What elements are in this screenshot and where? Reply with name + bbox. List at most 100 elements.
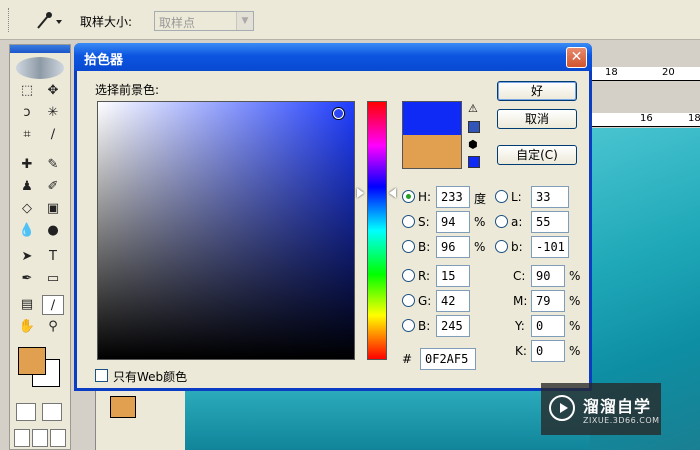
s-radio[interactable] bbox=[402, 215, 415, 228]
web-colors-only-label: 只有Web颜色 bbox=[113, 370, 188, 384]
cancel-button[interactable]: 取消 bbox=[497, 109, 577, 129]
options-bar: 取样大小: 取样点 ▼ bbox=[0, 0, 700, 40]
b-unit: % bbox=[474, 240, 486, 254]
dodge-tool-icon[interactable]: ● bbox=[42, 221, 64, 241]
b-radio[interactable] bbox=[402, 240, 415, 253]
eraser-tool-icon[interactable]: ◇ bbox=[16, 199, 38, 219]
g-label: G: bbox=[418, 294, 432, 308]
cmyk-k-row: K: 0 % bbox=[509, 340, 589, 362]
a-input[interactable]: 55 bbox=[531, 211, 569, 233]
web-safe-swatch[interactable] bbox=[468, 156, 480, 168]
l-label: L: bbox=[511, 190, 522, 204]
path-select-tool-icon[interactable]: ➤ bbox=[16, 247, 38, 267]
hsb-h-row: H: 233 度 bbox=[402, 186, 492, 208]
hue-slider[interactable] bbox=[367, 101, 387, 360]
a-radio[interactable] bbox=[495, 215, 508, 228]
notes-tool-icon[interactable]: ▤ bbox=[16, 295, 38, 315]
gamut-warning-swatch[interactable] bbox=[468, 121, 480, 133]
rgb-b-input[interactable]: 245 bbox=[436, 315, 470, 337]
ruler-top: 18 20 bbox=[590, 67, 700, 81]
ruler-secondary: 16 18 bbox=[590, 113, 700, 127]
y-input[interactable]: 0 bbox=[531, 315, 565, 337]
web-colors-only-checkbox[interactable] bbox=[95, 369, 108, 382]
r-input[interactable]: 15 bbox=[436, 265, 470, 287]
color-field-marker[interactable] bbox=[333, 108, 344, 119]
eyedropper-tool-icon[interactable]: ∕ bbox=[42, 295, 64, 315]
watermark: 溜溜自学 ZIXUE.3D66.COM bbox=[541, 383, 661, 435]
cmyk-m-row: M: 79 % bbox=[509, 290, 589, 312]
lab-b-radio[interactable] bbox=[495, 240, 508, 253]
move-tool-icon[interactable]: ✥ bbox=[42, 81, 64, 101]
m-label: M: bbox=[513, 294, 528, 308]
c-input[interactable]: 90 bbox=[531, 265, 565, 287]
gradient-tool-icon[interactable]: ▣ bbox=[42, 199, 64, 219]
h-radio[interactable] bbox=[402, 190, 415, 203]
screen-mode-standard-button[interactable] bbox=[14, 429, 30, 447]
pen-tool-icon[interactable]: ✒ bbox=[16, 269, 38, 289]
g-radio[interactable] bbox=[402, 294, 415, 307]
current-color-preview[interactable] bbox=[402, 135, 462, 169]
hex-row: # 0F2AF5 bbox=[402, 348, 482, 370]
ok-button[interactable]: 好 bbox=[497, 81, 577, 101]
color-field[interactable] bbox=[97, 101, 355, 360]
hue-slider-right-arrow[interactable] bbox=[389, 188, 396, 198]
history-brush-tool-icon[interactable]: ✐ bbox=[42, 177, 64, 197]
shape-tool-icon[interactable]: ▭ bbox=[42, 269, 64, 289]
hsb-s-row: S: 94 % bbox=[402, 211, 492, 233]
chevron-down-icon: ▼ bbox=[236, 12, 253, 30]
r-label: R: bbox=[418, 269, 431, 283]
lab-a-row: a: 55 bbox=[495, 211, 575, 233]
k-unit: % bbox=[569, 344, 581, 358]
rgb-b-radio[interactable] bbox=[402, 319, 415, 332]
zoom-tool-icon[interactable]: ⚲ bbox=[42, 317, 64, 337]
l-radio[interactable] bbox=[495, 190, 508, 203]
toolbar-grip[interactable] bbox=[8, 8, 11, 32]
ruler-tick-label: 18 bbox=[605, 67, 618, 78]
hex-input[interactable]: 0F2AF5 bbox=[420, 348, 476, 370]
b-input[interactable]: 96 bbox=[436, 236, 470, 258]
slice-tool-icon[interactable]: ∕ bbox=[42, 125, 64, 145]
lab-l-row: L: 33 bbox=[495, 186, 575, 208]
foreground-color-swatch[interactable] bbox=[18, 347, 46, 375]
s-input[interactable]: 94 bbox=[436, 211, 470, 233]
h-input[interactable]: 233 bbox=[436, 186, 470, 208]
close-button[interactable]: ✕ bbox=[566, 47, 587, 68]
rgb-b-row: B: 245 bbox=[402, 315, 492, 337]
palette-titlebar[interactable] bbox=[10, 45, 70, 53]
m-input[interactable]: 79 bbox=[531, 290, 565, 312]
web-safe-cube-icon: ⬢ bbox=[468, 138, 478, 151]
custom-button[interactable]: 自定(C) bbox=[497, 145, 577, 165]
crop-tool-icon[interactable]: ⌗ bbox=[16, 125, 38, 145]
standard-mode-button[interactable] bbox=[16, 403, 36, 421]
close-icon: ✕ bbox=[570, 49, 583, 65]
feather-logo-icon bbox=[16, 57, 64, 79]
r-radio[interactable] bbox=[402, 269, 415, 282]
sample-size-select[interactable]: 取样点 ▼ bbox=[154, 11, 254, 31]
secondary-foreground-swatch[interactable] bbox=[110, 396, 136, 418]
h-label: H: bbox=[418, 190, 432, 204]
lab-b-input[interactable]: -101 bbox=[531, 236, 569, 258]
l-input[interactable]: 33 bbox=[531, 186, 569, 208]
lasso-tool-icon[interactable]: ↄ bbox=[16, 103, 38, 123]
clone-stamp-tool-icon[interactable]: ♟ bbox=[16, 177, 38, 197]
k-label: K: bbox=[515, 344, 527, 358]
screen-mode-full-button[interactable] bbox=[50, 429, 66, 447]
g-input[interactable]: 42 bbox=[436, 290, 470, 312]
brush-tool-icon[interactable]: ✎ bbox=[42, 155, 64, 175]
dialog-titlebar[interactable]: 拾色器 ✕ bbox=[74, 43, 592, 71]
hue-slider-left-arrow[interactable] bbox=[357, 188, 364, 198]
quick-mask-mode-button[interactable] bbox=[42, 403, 62, 421]
screen-mode-full-menu-button[interactable] bbox=[32, 429, 48, 447]
blur-tool-icon[interactable]: 💧 bbox=[16, 221, 38, 241]
marquee-tool-icon[interactable]: ⬚ bbox=[16, 81, 38, 101]
watermark-name: 溜溜自学 bbox=[583, 397, 652, 416]
k-input[interactable]: 0 bbox=[531, 340, 565, 362]
lab-b-label: b: bbox=[511, 240, 523, 254]
healing-brush-tool-icon[interactable]: ✚ bbox=[16, 155, 38, 175]
magic-wand-tool-icon[interactable]: ✳ bbox=[42, 103, 64, 123]
lab-b-row: b: -101 bbox=[495, 236, 575, 258]
tool-preset-picker[interactable] bbox=[30, 10, 64, 32]
hand-tool-icon[interactable]: ✋ bbox=[16, 317, 38, 337]
y-label: Y: bbox=[515, 319, 525, 333]
type-tool-icon[interactable]: T bbox=[42, 247, 64, 267]
